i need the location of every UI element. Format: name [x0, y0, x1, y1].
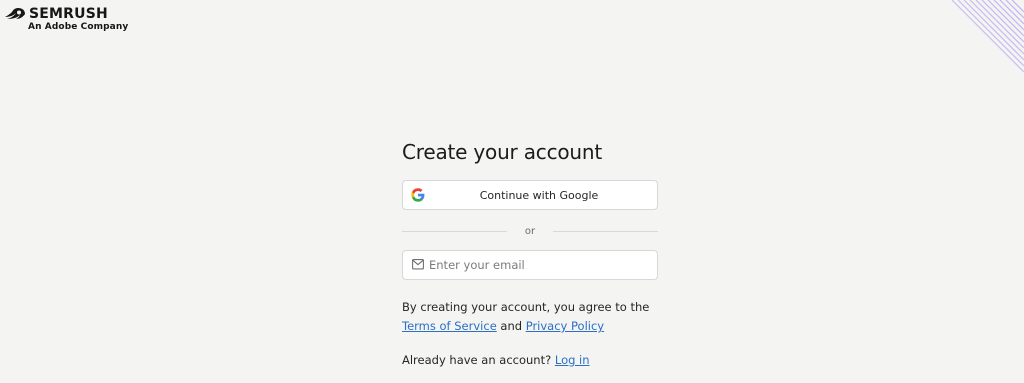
terms-agreement-text: By creating your account, you agree to t…	[402, 298, 682, 336]
semrush-flame-icon	[5, 8, 25, 19]
login-prompt-row: Already have an account? Log in	[402, 351, 682, 370]
continue-with-google-label: Continue with Google	[479, 188, 599, 202]
privacy-policy-link[interactable]: Privacy Policy	[526, 319, 604, 333]
agree-prefix: By creating your account, you agree to t…	[402, 300, 650, 314]
page-title: Create your account	[402, 140, 603, 164]
divider-text: or	[524, 225, 536, 237]
email-input[interactable]	[429, 251, 651, 279]
divider-line-left	[402, 230, 507, 232]
or-divider: or	[402, 224, 659, 238]
terms-of-service-link[interactable]: Terms of Service	[402, 319, 497, 333]
mail-icon	[412, 259, 424, 270]
brand-logo-row: SEMRUSH	[4, 5, 128, 23]
brand-name: SEMRUSH	[29, 6, 108, 22]
brand-logo[interactable]: SEMRUSH An Adobe Company	[4, 5, 128, 32]
signup-form: Create your account Continue with Google…	[402, 138, 659, 367]
login-prompt-text: Already have an account?	[402, 353, 552, 367]
and-text: and	[500, 319, 523, 333]
continue-with-google-button[interactable]: Continue with Google	[402, 180, 658, 210]
email-field[interactable]	[402, 250, 658, 280]
log-in-link[interactable]: Log in	[555, 353, 590, 367]
divider-line-right	[553, 230, 659, 232]
google-g-icon	[411, 188, 425, 202]
brand-tagline: An Adobe Company	[28, 22, 129, 32]
decorative-stripes	[934, 0, 1024, 80]
